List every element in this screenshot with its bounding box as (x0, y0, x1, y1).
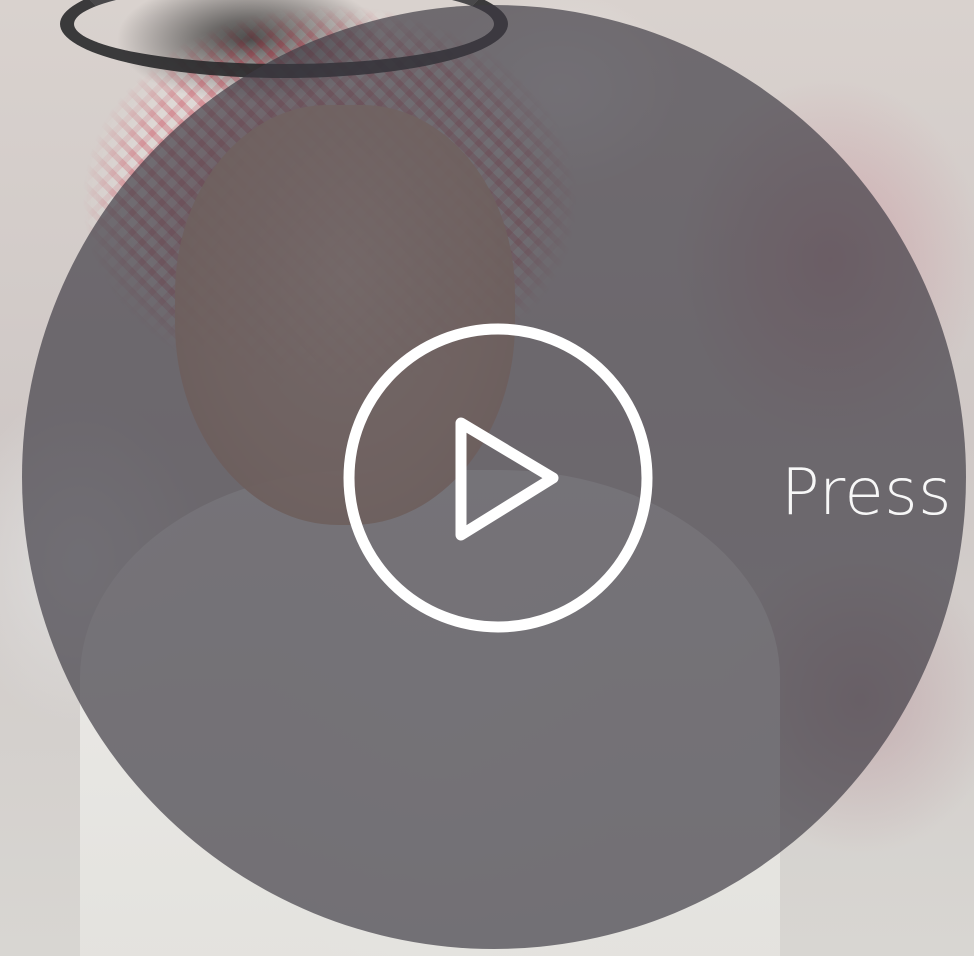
video-player[interactable]: Press T (0, 0, 974, 956)
play-circle-icon (343, 323, 653, 633)
play-hint-label: Press T (781, 456, 974, 530)
play-button[interactable] (343, 323, 653, 633)
